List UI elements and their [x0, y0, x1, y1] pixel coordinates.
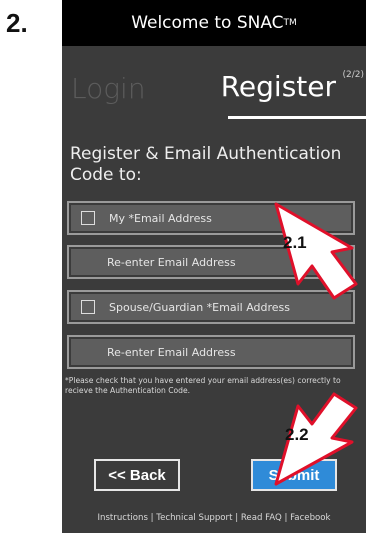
- my-email-checkbox[interactable]: [81, 211, 95, 225]
- form-heading: Register & Email Authentication Code to:: [70, 144, 342, 185]
- trademark-symbol: TM: [283, 18, 297, 28]
- footer-links[interactable]: Instructions | Technical Support | Read …: [62, 513, 366, 523]
- tab-register[interactable]: Register: [221, 70, 336, 103]
- callout-label-2-1: 2.1: [283, 233, 307, 252]
- tab-login[interactable]: Login: [71, 72, 146, 105]
- spouse-email-checkbox[interactable]: [81, 300, 95, 314]
- callout-arrow-2-2: [274, 392, 358, 486]
- spouse-email-confirm-placeholder: Re-enter Email Address: [107, 345, 236, 359]
- spouse-email-placeholder: Spouse/Guardian *Email Address: [109, 300, 291, 314]
- app-header: Welcome to SNAC TM: [62, 0, 366, 46]
- my-email-placeholder: My *Email Address: [109, 211, 212, 225]
- callout-label-2-2: 2.2: [285, 425, 309, 444]
- callout-arrow-2-1: [274, 202, 358, 300]
- active-tab-underline: [228, 116, 366, 119]
- back-button[interactable]: << Back: [94, 459, 180, 491]
- register-step-indicator: (2/2): [342, 70, 364, 80]
- step-number: 2.: [6, 8, 28, 38]
- app-title: Welcome to SNAC: [131, 13, 284, 33]
- spouse-email-confirm-field[interactable]: Re-enter Email Address: [67, 335, 355, 369]
- my-email-confirm-placeholder: Re-enter Email Address: [107, 255, 236, 269]
